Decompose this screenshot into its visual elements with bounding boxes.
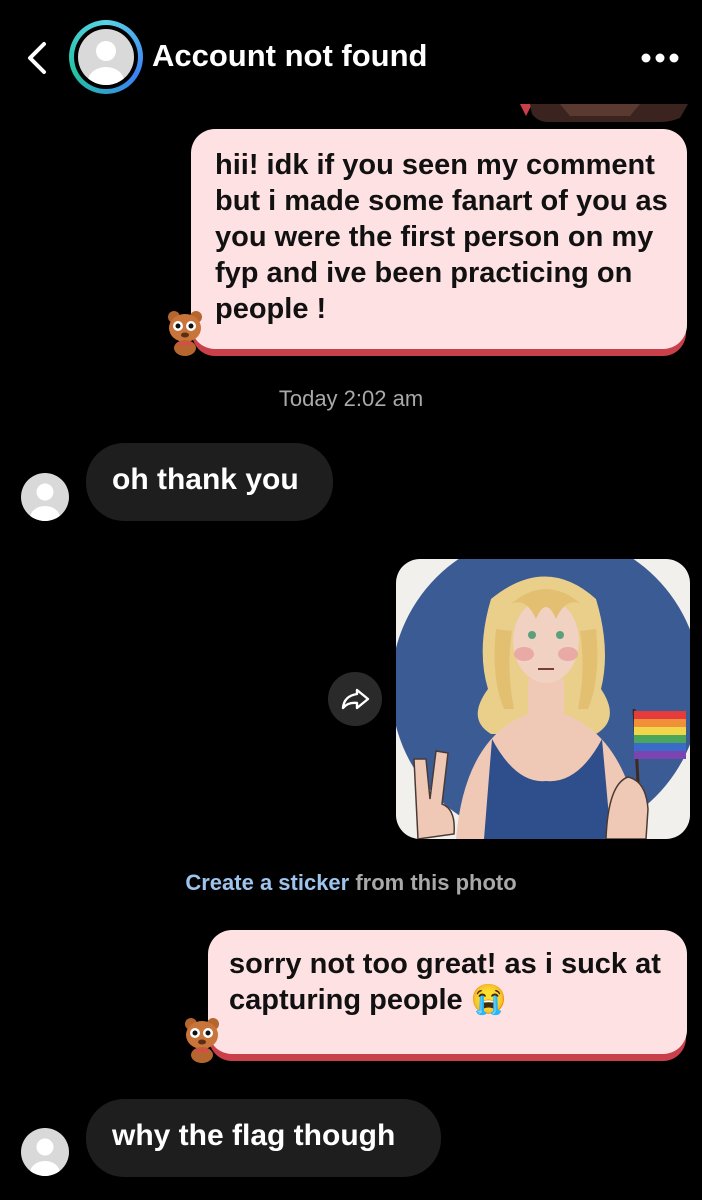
share-button[interactable] [328, 672, 382, 726]
sender-avatar[interactable] [21, 473, 69, 521]
sent-message-bubble[interactable]: sorry not too great! as i suck at captur… [208, 930, 687, 1054]
chevron-left-icon[interactable] [22, 38, 54, 78]
more-horizontal-icon[interactable] [640, 52, 680, 64]
message-text: sorry not too great! as i suck at captur… [229, 948, 661, 1016]
crying-emoji: 😭 [470, 984, 507, 1016]
sender-avatar[interactable] [21, 1128, 69, 1176]
message-text: hii! idk if you seen my comment but i ma… [215, 149, 668, 325]
received-message-bubble[interactable]: why the flag though [86, 1099, 441, 1177]
contact-avatar[interactable] [69, 20, 143, 94]
previous-message-image[interactable] [520, 104, 688, 122]
sent-message-bubble[interactable]: hii! idk if you seen my comment but i ma… [191, 129, 687, 349]
message-text: why the flag though [112, 1119, 396, 1152]
message-text: oh thank you [112, 463, 299, 496]
create-sticker-rest: from this photo [349, 870, 517, 895]
page-title[interactable]: Account not found [152, 38, 428, 74]
fanart-photo[interactable] [396, 559, 690, 839]
create-sticker-prompt: Create a sticker from this photo [0, 870, 702, 896]
received-message-bubble[interactable]: oh thank you [86, 443, 333, 521]
bear-sticker-icon [185, 1018, 219, 1063]
bear-sticker-icon [168, 311, 202, 356]
message-timestamp: Today 2:02 am [278, 386, 424, 411]
default-avatar-icon [78, 29, 134, 85]
share-arrow-icon [341, 688, 370, 710]
create-sticker-link[interactable]: Create a sticker [185, 870, 349, 895]
